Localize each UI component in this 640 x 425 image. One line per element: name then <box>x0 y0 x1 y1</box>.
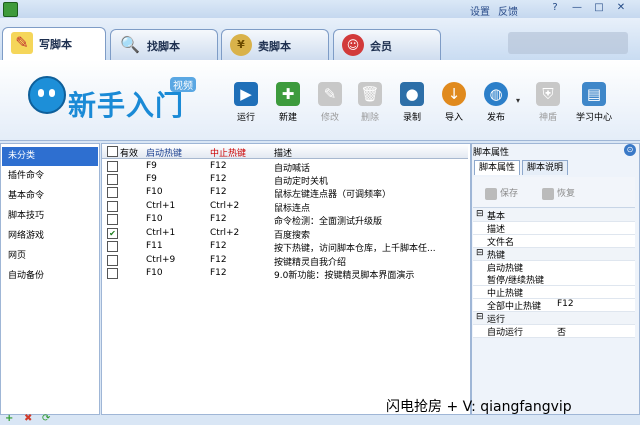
help-button[interactable]: ? <box>548 2 562 14</box>
group-hotkey[interactable]: ⊟ 热键 <box>473 248 635 261</box>
magnifier-icon: 🔍 <box>120 35 140 54</box>
publish-button[interactable]: ◍ 发布 <box>476 82 516 123</box>
book-icon: ▤ <box>582 82 606 106</box>
enabled-checkbox[interactable] <box>107 241 118 252</box>
add-category-icon[interactable]: + <box>5 414 13 424</box>
property-row[interactable]: 描述 <box>473 222 635 235</box>
collapse-icon[interactable]: ⊟ <box>476 209 484 219</box>
settings-link[interactable]: 设置 <box>470 3 490 18</box>
property-row[interactable]: 自动运行否 <box>473 325 635 338</box>
beginner-guide-link[interactable]: 新手入门 <box>68 84 184 124</box>
import-button[interactable]: ↓ 导入 <box>434 82 474 123</box>
header-enabled[interactable]: 有效 <box>120 146 138 159</box>
collapse-icon[interactable]: ⊟ <box>476 312 484 322</box>
table-row[interactable]: F9 F12 自动定时关机 <box>102 173 468 187</box>
tab-script-description[interactable]: 脚本说明 <box>522 160 569 175</box>
remove-category-icon[interactable]: ✖ <box>24 414 32 424</box>
delete-button[interactable]: 🗑 删除 <box>350 82 390 123</box>
table-row[interactable]: Ctrl+9 F12 按键精灵自我介绍 <box>102 254 468 268</box>
learning-center-button[interactable]: ▤ 学习中心 <box>574 82 614 123</box>
restore-icon <box>542 187 554 200</box>
maximize-button[interactable]: □ <box>592 2 606 14</box>
new-button[interactable]: ✚ 新建 <box>268 82 308 123</box>
select-all-checkbox[interactable] <box>107 146 118 157</box>
enabled-checkbox[interactable] <box>107 201 118 212</box>
modify-button[interactable]: ✎ 修改 <box>310 82 350 123</box>
import-icon: ↓ <box>442 82 466 106</box>
robot-logo-icon <box>28 76 66 114</box>
minimize-button[interactable]: — <box>570 2 584 14</box>
category-item[interactable]: 未分类 <box>2 147 98 166</box>
globe-icon: ◍ <box>484 82 508 106</box>
header-start-hotkey[interactable]: 启动热键 <box>146 146 182 159</box>
table-row[interactable]: F11 F12 按下热键，访问脚本仓库，上千脚本任... <box>102 240 468 254</box>
table-row[interactable]: ✔ Ctrl+1 Ctrl+2 百度搜索 <box>102 227 468 241</box>
collapse-icon[interactable]: ⊟ <box>476 248 484 258</box>
category-item[interactable]: 插件命令 <box>2 167 98 186</box>
video-badge: 视频 <box>170 77 196 92</box>
group-basic[interactable]: ⊟ 基本 <box>473 209 635 222</box>
enabled-checkbox[interactable] <box>107 161 118 172</box>
title-bar <box>0 0 640 18</box>
category-item[interactable]: 脚本技巧 <box>2 207 98 226</box>
category-item[interactable]: 自动备份 <box>2 267 98 286</box>
save-icon <box>485 187 497 200</box>
tab-script-properties[interactable]: 脚本属性 <box>474 160 521 175</box>
new-file-icon: ✚ <box>276 82 300 106</box>
app-icon <box>3 2 18 17</box>
shield-icon: ⛨ <box>536 82 560 106</box>
close-button[interactable]: ✕ <box>614 2 628 14</box>
property-row[interactable]: 全部中止热键 F12 <box>473 299 635 312</box>
enabled-checkbox[interactable] <box>107 174 118 185</box>
table-row[interactable]: F10 F12 命令检测：全面测试升级版 <box>102 213 468 227</box>
enabled-checkbox[interactable] <box>107 268 118 279</box>
save-button[interactable]: 保存 <box>485 186 518 200</box>
shield-button[interactable]: ⛨ 神盾 <box>528 82 568 123</box>
category-panel: 未分类 插件命令 基本命令 脚本技巧 网络游戏 网页 自动备份 <box>0 143 100 415</box>
property-row[interactable]: 中止热键 <box>473 286 635 299</box>
tab-find-script[interactable]: 🔍 找脚本 <box>110 29 218 60</box>
feedback-link[interactable]: 反馈 <box>498 3 518 18</box>
table-row[interactable]: F10 F12 鼠标左键连点器（可调频率） <box>102 186 468 200</box>
table-row[interactable]: F10 F12 9.0新功能：按键精灵脚本界面演示 <box>102 267 468 281</box>
edit-icon: ✎ <box>318 82 342 106</box>
enabled-checkbox[interactable]: ✔ <box>107 228 118 239</box>
category-item[interactable]: 基本命令 <box>2 187 98 206</box>
blurred-user-info <box>508 32 628 54</box>
header-description[interactable]: 描述 <box>274 146 292 159</box>
table-row[interactable]: Ctrl+1 Ctrl+2 鼠标连点 <box>102 200 468 214</box>
publish-dropdown-icon[interactable]: ▾ <box>516 96 520 105</box>
enabled-checkbox[interactable] <box>107 214 118 225</box>
group-run[interactable]: ⊟ 运行 <box>473 312 635 325</box>
tab-member[interactable]: ☺ 会员 <box>333 29 441 60</box>
watermark-text: 闪电抢房 + V: qiangfangvip <box>386 399 572 415</box>
restore-button[interactable]: 恢复 <box>542 186 575 200</box>
run-button[interactable]: ▶ 运行 <box>226 82 266 123</box>
table-row[interactable]: F9 F12 自动喊话 <box>102 160 468 174</box>
category-item[interactable]: 网页 <box>2 247 98 266</box>
pencil-icon: ✎ <box>11 32 33 54</box>
record-button[interactable]: ● 录制 <box>392 82 432 123</box>
enabled-checkbox[interactable] <box>107 255 118 266</box>
property-row[interactable]: 文件名 <box>473 235 635 248</box>
header-stop-hotkey[interactable]: 中止热键 <box>210 146 246 159</box>
tab-sell-script[interactable]: ¥ 卖脚本 <box>221 29 329 60</box>
category-item[interactable]: 网络游戏 <box>2 227 98 246</box>
pin-icon[interactable]: ⊙ <box>624 144 636 156</box>
member-icon: ☺ <box>342 34 364 56</box>
trash-icon: 🗑 <box>358 82 382 106</box>
tab-write-script[interactable]: ✎ 写脚本 <box>2 27 106 62</box>
money-bag-icon: ¥ <box>230 34 252 56</box>
enabled-checkbox[interactable] <box>107 187 118 198</box>
play-icon: ▶ <box>234 82 258 106</box>
refresh-icon[interactable]: ⟳ <box>42 414 50 424</box>
camera-icon: ● <box>400 82 424 106</box>
properties-title: 脚本属性 <box>473 148 510 158</box>
property-row[interactable]: 暂停/继续热键 <box>473 273 635 286</box>
